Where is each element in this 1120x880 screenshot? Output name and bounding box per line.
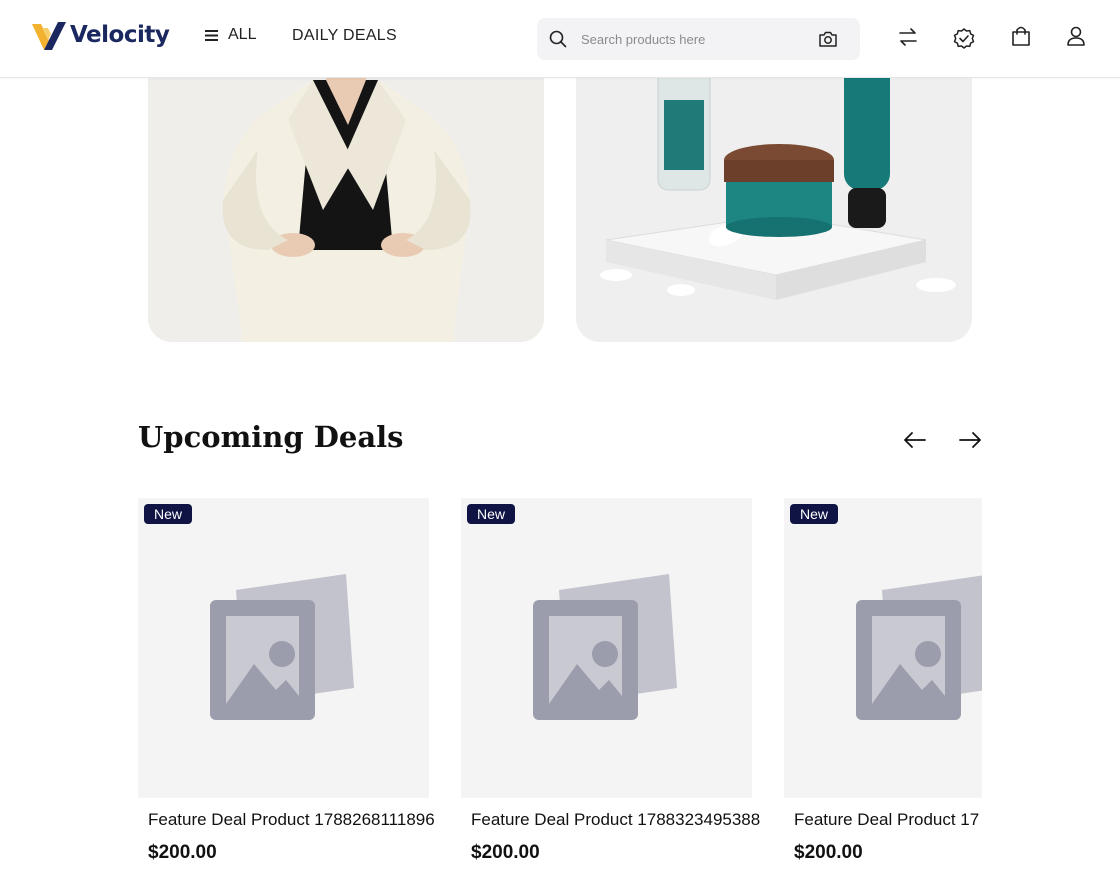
all-label: ALL: [228, 26, 257, 43]
all-categories-menu[interactable]: ALL: [204, 26, 256, 44]
product-card[interactable]: New Feature Deal Product 1788268111896 $…: [138, 498, 435, 864]
product-name[interactable]: Feature Deal Product 1788268111896: [148, 808, 438, 832]
search-input[interactable]: [581, 18, 801, 60]
shopping-bag-icon[interactable]: [1010, 25, 1032, 49]
new-badge: New: [467, 504, 516, 524]
product-card[interactable]: New Feature Deal Product 17 $200.00: [784, 498, 982, 864]
section-title: Upcoming Deals: [138, 420, 404, 454]
product-price: $200.00: [148, 842, 217, 863]
product-image[interactable]: New: [461, 498, 752, 798]
new-badge: New: [790, 504, 839, 524]
new-badge: New: [144, 504, 193, 524]
search-icon[interactable]: [549, 30, 567, 48]
image-placeholder-icon: [856, 575, 982, 720]
product-price: $200.00: [794, 842, 863, 863]
daily-deals-link[interactable]: DAILY DEALS: [292, 27, 397, 45]
product-name[interactable]: Feature Deal Product 17: [794, 808, 982, 832]
user-icon[interactable]: [1065, 25, 1087, 49]
site-header: Velocity ALL DAILY DEALS: [0, 0, 1120, 78]
verified-badge-icon[interactable]: [952, 27, 976, 51]
product-image[interactable]: New: [784, 498, 982, 798]
product-price: $200.00: [471, 842, 540, 863]
image-placeholder-icon: [210, 574, 354, 720]
search-bar: [537, 18, 860, 60]
image-placeholder-icon: [533, 574, 677, 720]
deals-carousel: New Feature Deal Product 1788268111896 $…: [138, 498, 982, 880]
product-image[interactable]: New: [138, 498, 429, 798]
hamburger-menu-icon: [205, 30, 218, 41]
carousel-next-arrow-icon[interactable]: [957, 428, 983, 452]
camera-search-icon[interactable]: [818, 30, 838, 48]
brand-logo[interactable]: Velocity: [32, 20, 170, 50]
velocity-logo-icon: [32, 22, 66, 50]
brand-name: Velocity: [70, 22, 170, 48]
carousel-prev-arrow-icon[interactable]: [902, 428, 928, 452]
product-name[interactable]: Feature Deal Product 1788323495388: [471, 808, 761, 832]
product-card[interactable]: New Feature Deal Product 1788323495388 $…: [461, 498, 760, 864]
compare-icon[interactable]: [897, 25, 919, 49]
